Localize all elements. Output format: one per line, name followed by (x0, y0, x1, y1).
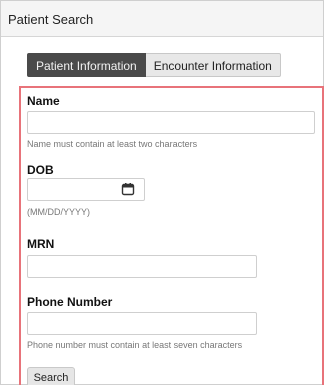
panel-title: Patient Search (1, 1, 323, 37)
search-button[interactable]: Search (27, 367, 75, 385)
phone-number-input[interactable] (27, 312, 257, 335)
patient-search-panel: Patient Search Patient Information Encou… (0, 0, 324, 385)
mrn-label: MRN (27, 237, 55, 251)
dob-format-hint: (MM/DD/YYYY) (27, 207, 90, 217)
phone-number-label: Phone Number (27, 295, 113, 309)
tab-encounter-information[interactable]: Encounter Information (145, 53, 281, 77)
mrn-input[interactable] (27, 255, 257, 278)
dob-label: DOB (27, 163, 54, 177)
tab-bar: Patient Information Encounter Informatio… (27, 53, 281, 77)
tab-patient-information[interactable]: Patient Information (27, 53, 146, 77)
name-input[interactable] (27, 111, 315, 134)
calendar-icon[interactable] (121, 182, 135, 196)
name-help-text: Name must contain at least two character… (27, 139, 198, 149)
name-label: Name (27, 94, 60, 108)
phone-help-text: Phone number must contain at least seven… (27, 340, 243, 350)
